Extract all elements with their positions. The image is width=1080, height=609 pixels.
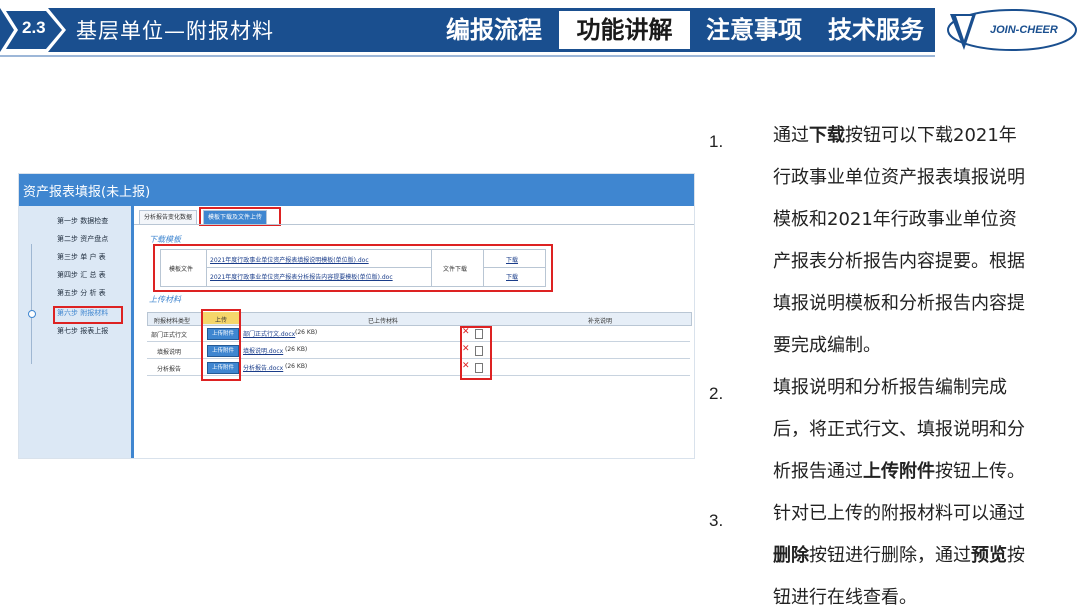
app-screenshot: 资产报表填报(未上报) 第一步 数据检查 第二步 资产盘点 第三步 单 户 表 … <box>18 173 695 459</box>
col-header-remark: 补充说明 <box>588 318 613 325</box>
tab-analysis-data[interactable]: 分析报告变化数据 <box>139 210 198 225</box>
instruction-line: 后，将正式行文、填报说明和分 <box>773 419 1025 440</box>
step-item-3[interactable]: 第三步 单 户 表 <box>57 252 106 262</box>
instruction-line: 填报说明和分析报告编制完成 <box>773 377 1007 398</box>
highlight-box-step <box>53 306 123 324</box>
row-type: 部门正式行文 <box>151 332 188 339</box>
col-header-type: 附报材料类型 <box>154 318 191 325</box>
instruction-line: 行政事业单位资产报表填报说明 <box>773 167 1025 188</box>
uploaded-file-size: (26 KB) <box>285 346 308 353</box>
instruction-line: 针对已上传的附报材料可以通过 <box>773 503 1025 524</box>
app-title: 资产报表填报(未上报) <box>23 185 151 200</box>
step-item-1[interactable]: 第一步 数据检查 <box>57 216 108 226</box>
uploaded-file-link[interactable]: 部门正式行文.docx <box>243 329 295 338</box>
uploaded-file-size: (26 KB) <box>295 329 318 336</box>
instruction-line: 填报说明模板和分析报告内容提 <box>773 293 1025 314</box>
instruction-panel: 1. 通过下载按钮可以下载2021年 行政事业单位资产报表填报说明 模板和202… <box>707 0 1080 608</box>
instruction-line: 钮进行在线查看。 <box>773 587 917 608</box>
instruction-line: 通过下载按钮可以下载2021年 <box>773 125 1017 146</box>
step-number-2: 2. <box>709 384 724 403</box>
step-timeline <box>31 244 32 364</box>
step-active-dot <box>28 310 36 318</box>
step-item-7[interactable]: 第七步 报表上报 <box>57 326 108 336</box>
section-number: 2.3 <box>22 18 46 37</box>
instruction-line: 模板和2021年行政事业单位资 <box>773 209 1017 230</box>
step-number-1: 1. <box>709 132 724 151</box>
step-item-5[interactable]: 第五步 分 析 表 <box>57 288 106 298</box>
step-number-3: 3. <box>709 511 724 530</box>
row-type: 填报说明 <box>157 349 182 356</box>
uploaded-file-size: (26 KB) <box>285 363 308 370</box>
uploaded-file-link[interactable]: 分析报告.docx <box>243 363 283 372</box>
app-header: 资产报表填报(未上报) <box>19 174 694 206</box>
tab-underline <box>134 224 694 225</box>
highlight-box-actions <box>460 326 492 380</box>
upload-section-label: 上传材料 <box>149 295 181 304</box>
col-header-uploaded: 已上传材料 <box>368 318 399 325</box>
nav-tab-process[interactable]: 编报流程 <box>436 11 552 49</box>
step-item-2[interactable]: 第二步 资产盘点 <box>57 234 108 244</box>
section-title: 基层单位—附报材料 <box>76 19 274 43</box>
uploaded-file-link[interactable]: 填报说明.docx <box>243 346 283 355</box>
sidebar-divider <box>131 206 134 458</box>
highlight-box-download <box>153 244 553 292</box>
nav-tab-features[interactable]: 功能讲解 <box>559 11 690 49</box>
step-item-4[interactable]: 第四步 汇 总 表 <box>57 270 106 280</box>
instruction-line: 要完成编制。 <box>773 335 881 356</box>
instruction-line: 产报表分析报告内容提要。根据 <box>773 251 1025 272</box>
highlight-box-upload <box>201 309 241 381</box>
row-type: 分析报告 <box>157 366 182 373</box>
instruction-line: 析报告通过上传附件按钮上传。 <box>773 461 1025 482</box>
step-sidebar: 第一步 数据检查 第二步 资产盘点 第三步 单 户 表 第四步 汇 总 表 第五… <box>19 206 131 458</box>
instruction-line: 删除按钮进行删除，通过预览按 <box>773 545 1025 566</box>
